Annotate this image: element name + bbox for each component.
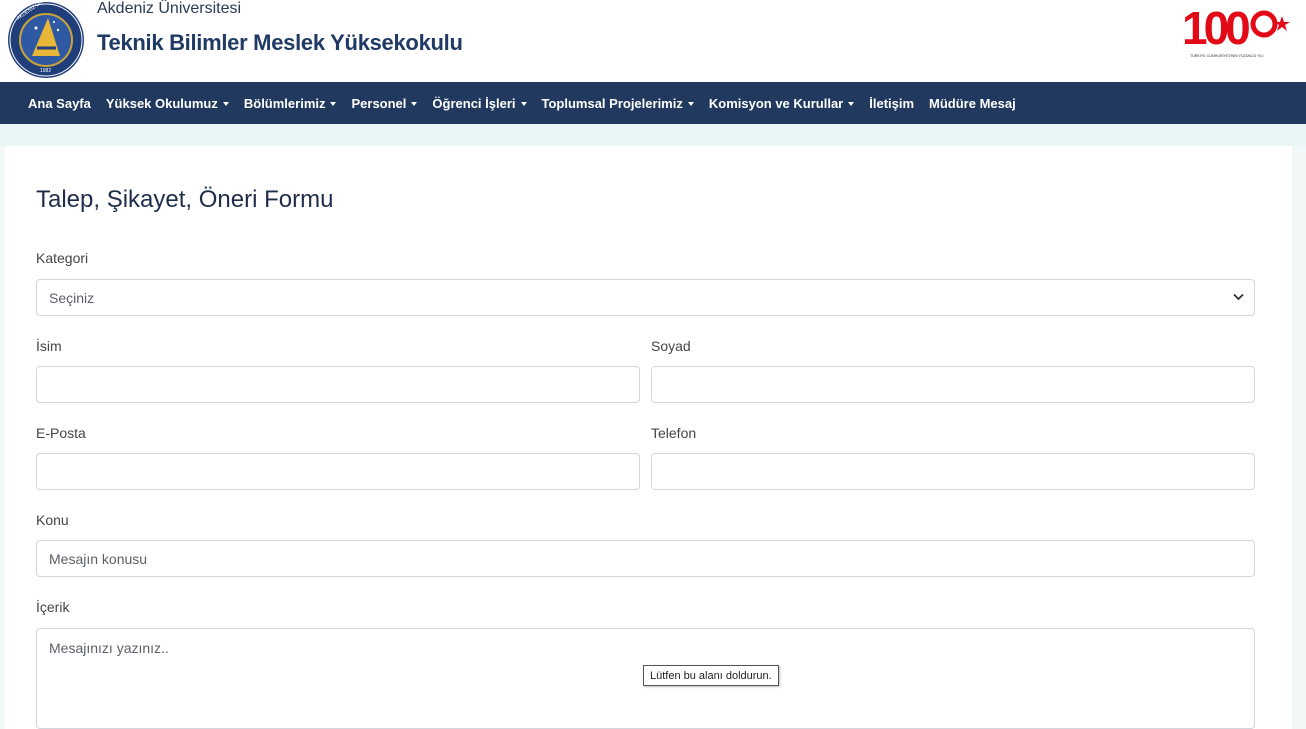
centennial-caption: TÜRKİYE CUMHURİYETİNİN YÜZÜNCÜ YILI — [1190, 53, 1264, 58]
nav-item-ogrenci-isleri[interactable]: Öğrenci İşleri — [432, 95, 527, 111]
caret-down-icon — [687, 101, 694, 106]
first-name-label: İsim — [36, 338, 62, 354]
last-name-label: Soyad — [651, 338, 691, 354]
centennial-badge: 100 TÜRKİYE CUMHURİYETİNİN YÜZÜNCÜ YILI — [1182, 2, 1290, 58]
phone-label: Telefon — [651, 425, 697, 441]
university-name[interactable]: Akdeniz Üniversitesi — [97, 0, 241, 18]
nav-item-label: Bölümlerimiz — [243, 95, 326, 111]
school-name[interactable]: Teknik Bilimler Meslek Yüksekokulu — [97, 30, 463, 56]
nav-item-toplumsal-projelerimiz[interactable]: Toplumsal Projelerimiz — [542, 96, 694, 111]
nav-item-label: Müdüre Mesaj — [929, 95, 1016, 111]
nav-item-yuksek-okulumuz[interactable]: Yüksek Okulumuz — [106, 96, 229, 111]
email-label: E-Posta — [36, 425, 86, 441]
nav-item-personel[interactable]: Personel — [351, 95, 418, 111]
phone-input[interactable] — [651, 453, 1255, 490]
email-input[interactable] — [36, 453, 640, 490]
caret-down-icon — [411, 101, 418, 106]
nav-item-label: Öğrenci İşleri — [432, 95, 516, 111]
site-header: AKDENİZ ÜNİVERSİTESİ 1982 Akdeniz Üniver… — [0, 0, 1306, 82]
first-name-input[interactable] — [36, 366, 640, 403]
subject-placeholder: Mesajın konusu — [49, 550, 148, 567]
nav-item-label: Ana Sayfa — [28, 95, 91, 111]
subject-label: Konu — [36, 512, 69, 528]
caret-down-icon — [848, 101, 855, 106]
university-logo[interactable]: AKDENİZ ÜNİVERSİTESİ 1982 — [6, 0, 86, 80]
nav-item-iletisim[interactable]: İletişim — [869, 96, 914, 111]
caret-down-icon — [222, 101, 229, 106]
nav-item-label: Personel — [351, 95, 407, 111]
page-band — [0, 124, 1306, 146]
nav-item-label: İletişim — [869, 95, 915, 111]
category-label: Kategori — [36, 250, 89, 266]
main-navbar: Ana Sayfa Yüksek Okulumuz Bölümlerimiz P… — [0, 82, 1306, 124]
nav-item-bolumlerimiz[interactable]: Bölümlerimiz — [244, 96, 337, 111]
nav-item-label: Toplumsal Projelerimiz — [541, 95, 683, 111]
caret-down-icon — [330, 101, 337, 106]
last-name-input[interactable] — [651, 366, 1255, 403]
content-placeholder: Mesajınızı yazınız.. — [49, 640, 169, 656]
nav-item-ana-sayfa[interactable]: Ana Sayfa — [28, 96, 91, 111]
nav-item-komisyon-ve-kurullar[interactable]: Komisyon ve Kurullar — [708, 95, 855, 111]
page-title: Talep, Şikayet, Öneri Formu — [36, 186, 334, 213]
centennial-number: 100 — [1182, 2, 1249, 54]
subject-input[interactable]: Mesajın konusu — [36, 540, 1255, 577]
content-label: İçerik — [36, 599, 70, 615]
nav-item-label: Komisyon ve Kurullar — [708, 95, 844, 111]
category-selected-value: Seçiniz — [49, 289, 95, 306]
logo-year: 1982 — [40, 68, 51, 74]
validation-tooltip: Lütfen bu alanı doldurun. — [643, 665, 779, 686]
nav-item-label: Yüksek Okulumuz — [105, 95, 218, 111]
chevron-down-icon — [1233, 293, 1244, 301]
caret-down-icon — [520, 101, 527, 106]
nav-item-mudure-mesaj[interactable]: Müdüre Mesaj — [929, 96, 1016, 111]
category-select[interactable]: Seçiniz — [36, 279, 1255, 316]
